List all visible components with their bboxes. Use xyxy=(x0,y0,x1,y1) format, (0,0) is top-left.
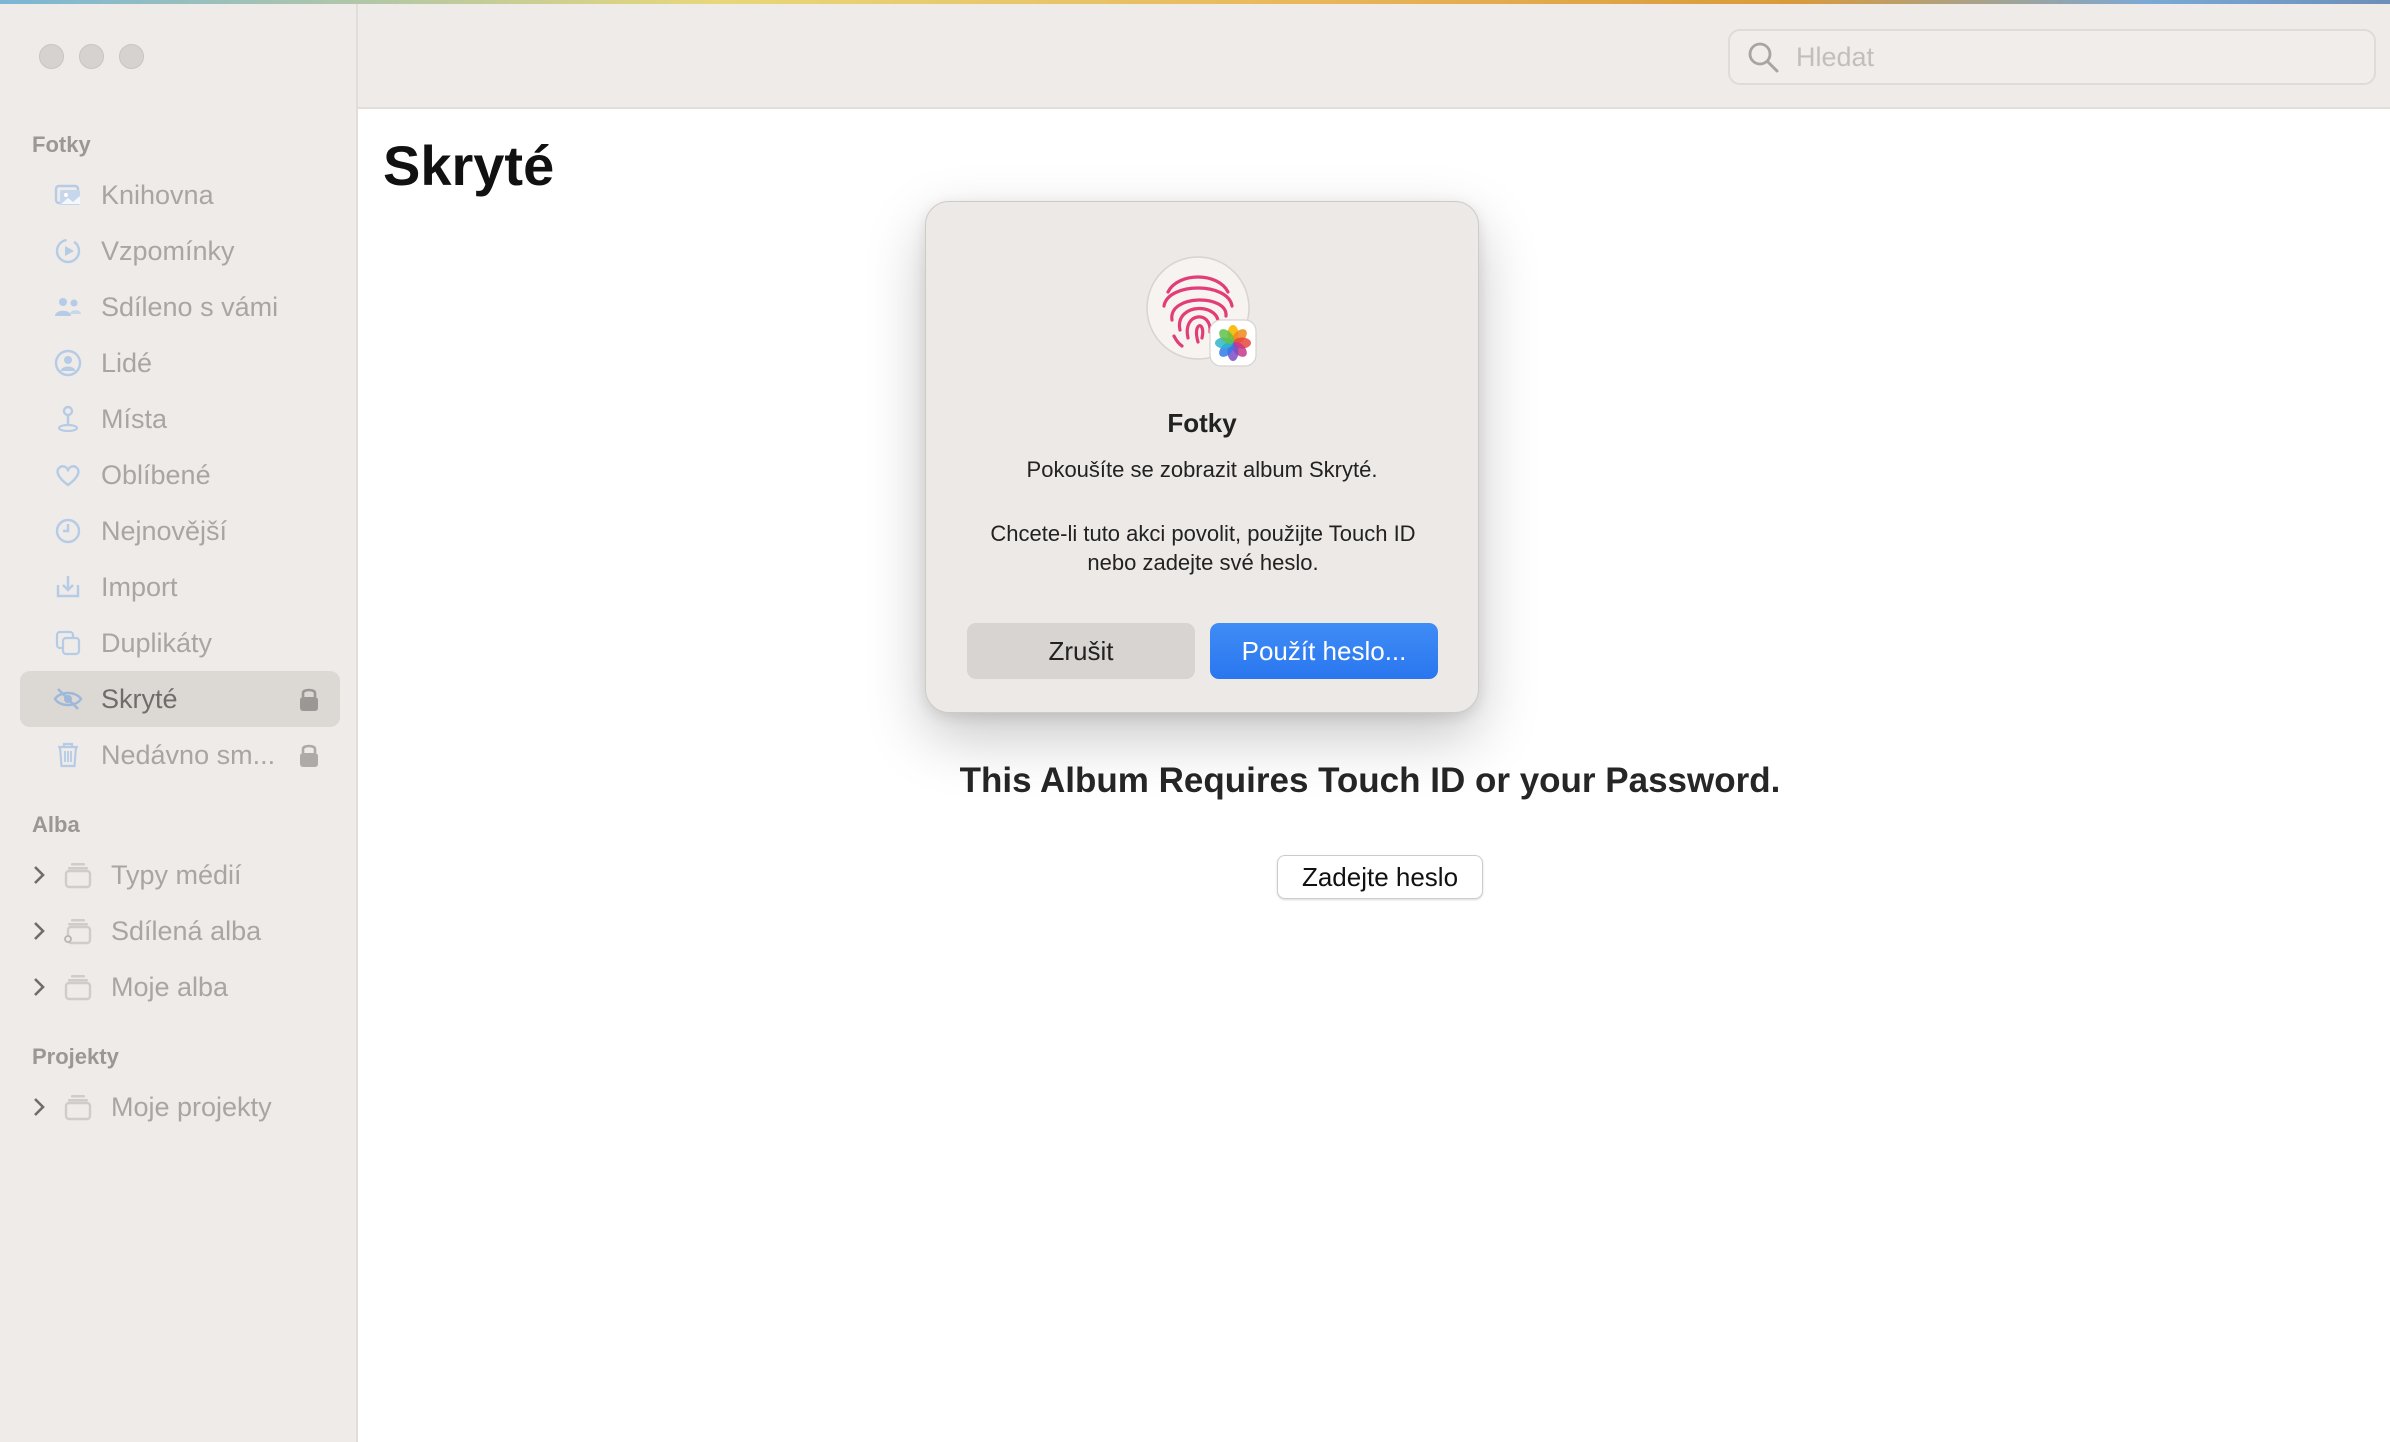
sidebar-item-label: Knihovna xyxy=(101,179,214,210)
sidebar-item-label: Nedávno sm... xyxy=(101,739,276,770)
minimize-window-button[interactable] xyxy=(79,44,104,69)
dialog-info-line: nebo zadejte své heslo. xyxy=(1087,550,1319,575)
duplicates-icon xyxy=(52,627,84,659)
sidebar-item-shared-with-you[interactable]: Sdíleno s vámi xyxy=(20,279,340,335)
sidebar-item-memories[interactable]: Vzpomínky xyxy=(20,223,340,279)
toolbar xyxy=(358,4,2390,109)
photos-window: Fotky Knihovna Vzpomínky Sdíleno s vámi … xyxy=(0,4,2390,1442)
import-icon xyxy=(52,571,84,603)
sidebar-item-label: Duplikáty xyxy=(101,627,213,658)
sidebar-item-label: Lidé xyxy=(101,347,153,378)
people-icon xyxy=(52,347,84,379)
places-icon xyxy=(52,403,84,435)
locked-album-message: This Album Requires Touch ID or your Pas… xyxy=(959,761,1781,800)
sidebar-item-label: Vzpomínky xyxy=(101,235,235,266)
close-window-button[interactable] xyxy=(39,44,64,69)
sidebar-item-recents[interactable]: Nejnovější xyxy=(20,503,340,559)
photos-app-badge xyxy=(1209,319,1257,367)
section-label-photos: Fotky xyxy=(32,132,91,157)
clock-icon xyxy=(52,515,84,547)
sidebar-item-label: Import xyxy=(101,571,178,602)
heart-icon xyxy=(52,459,84,491)
sidebar-item-label: Skryté xyxy=(101,683,178,714)
sidebar-item-label: Typy médií xyxy=(111,859,242,890)
touch-id-icon xyxy=(1146,256,1258,368)
sidebar-item-label: Moje alba xyxy=(111,971,229,1002)
sidebar-item-label: Sdíleno s vámi xyxy=(101,291,279,322)
search-field[interactable] xyxy=(1728,29,2376,85)
dialog-informative-text: Chcete-li tuto akci povolit, použijte To… xyxy=(956,519,1450,577)
library-icon xyxy=(52,179,84,211)
memories-icon xyxy=(52,235,84,267)
page-title: Skryté xyxy=(383,134,555,197)
search-input[interactable] xyxy=(1794,40,2338,74)
sidebar-item-places[interactable]: Místa xyxy=(20,391,340,447)
touch-id-dialog: Fotky Pokoušíte se zobrazit album Skryté… xyxy=(925,201,1479,713)
chevron-right-icon[interactable] xyxy=(30,1095,48,1119)
album-stack-icon xyxy=(62,1091,94,1123)
chevron-right-icon[interactable] xyxy=(30,975,48,999)
section-label-projects: Projekty xyxy=(32,1044,119,1069)
sidebar-item-label: Místa xyxy=(101,403,168,434)
album-stack-icon xyxy=(62,859,94,891)
dialog-info-line: Chcete-li tuto akci povolit, použijte To… xyxy=(990,521,1416,546)
chevron-right-icon[interactable] xyxy=(30,863,48,887)
chevron-right-icon[interactable] xyxy=(30,919,48,943)
enter-password-button[interactable]: Zadejte heslo xyxy=(1277,855,1483,899)
section-label-albums: Alba xyxy=(32,812,80,837)
sidebar-item-recently-deleted[interactable]: Nedávno sm... xyxy=(20,727,340,783)
sidebar-item-label: Sdílená alba xyxy=(111,915,262,946)
sidebar-group-my-projects[interactable]: Moje projekty xyxy=(20,1079,340,1135)
sidebar-item-label: Oblíbené xyxy=(101,459,211,490)
lock-icon xyxy=(300,688,318,711)
shared-album-icon xyxy=(62,915,94,947)
sidebar-item-label: Nejnovější xyxy=(101,515,228,546)
search-icon xyxy=(1748,42,1779,73)
sidebar-item-duplicates[interactable]: Duplikáty xyxy=(20,615,340,671)
use-password-button[interactable]: Použít heslo... xyxy=(1210,623,1438,679)
sidebar-item-hidden[interactable]: Skryté xyxy=(20,671,340,727)
sidebar-item-import[interactable]: Import xyxy=(20,559,340,615)
sidebar-item-label: Moje projekty xyxy=(111,1091,272,1122)
sidebar-group-my-albums[interactable]: Moje alba xyxy=(20,959,340,1015)
sidebar-item-library[interactable]: Knihovna xyxy=(20,167,340,223)
sidebar-group-shared-albums[interactable]: Sdílená alba xyxy=(20,903,340,959)
shared-with-you-icon xyxy=(52,291,84,323)
dialog-title: Fotky xyxy=(1167,408,1237,438)
sidebar: Fotky Knihovna Vzpomínky Sdíleno s vámi … xyxy=(0,4,358,1442)
sidebar-group-media-types[interactable]: Typy médií xyxy=(20,847,340,903)
sidebar-item-people[interactable]: Lidé xyxy=(20,335,340,391)
cancel-button[interactable]: Zrušit xyxy=(967,623,1195,679)
zoom-window-button[interactable] xyxy=(119,44,144,69)
sidebar-item-favorites[interactable]: Oblíbené xyxy=(20,447,340,503)
window-controls xyxy=(39,44,144,69)
album-stack-icon xyxy=(62,971,94,1003)
trash-icon xyxy=(52,739,84,771)
lock-icon xyxy=(300,744,318,767)
dialog-message: Pokoušíte se zobrazit album Skryté. xyxy=(1026,457,1378,482)
eye-slash-icon xyxy=(52,683,84,715)
